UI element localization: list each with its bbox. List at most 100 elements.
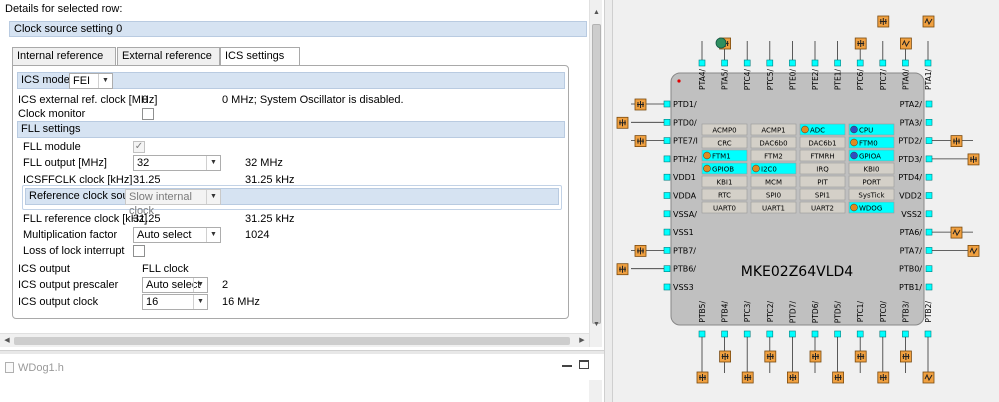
pin-ptc4[interactable]: [743, 59, 751, 67]
pin-ptc2[interactable]: [766, 330, 774, 338]
ics-output-value[interactable]: FLL clock: [142, 261, 189, 277]
wave-icon[interactable]: [950, 226, 963, 239]
wave-icon[interactable]: [967, 244, 980, 257]
fll-output-select[interactable]: 32 ▼: [133, 155, 221, 171]
pin-vss1[interactable]: [663, 228, 671, 236]
pin-ptb5[interactable]: [698, 330, 706, 338]
gear-icon[interactable]: [616, 263, 629, 276]
pin-pte2[interactable]: [811, 59, 819, 67]
gear-icon[interactable]: [854, 37, 867, 50]
fll-ref-clock-value[interactable]: 31.25: [133, 211, 161, 227]
ics-ext-clock-value[interactable]: 0: [142, 92, 148, 108]
minimize-icon[interactable]: [562, 365, 572, 367]
pin-ptb0[interactable]: [925, 265, 933, 273]
pin-pta0[interactable]: [902, 59, 909, 67]
clock-monitor-checkbox[interactable]: [142, 108, 154, 120]
gear-icon[interactable]: [634, 244, 647, 257]
gear-icon[interactable]: [899, 350, 912, 363]
panel-splitter[interactable]: [0, 350, 604, 354]
clock-source-group-header[interactable]: Clock source setting 0: [9, 21, 587, 37]
reference-clock-source-select[interactable]: Slow internal clock ▼: [125, 189, 221, 217]
gpio-state-icon[interactable]: [715, 37, 727, 49]
gear-icon[interactable]: [616, 116, 629, 129]
pin-ptb7[interactable]: [663, 247, 671, 254]
gear-icon[interactable]: [696, 371, 709, 384]
tab-external-reference-clock[interactable]: External reference clock: [117, 47, 220, 79]
ics-mode-select[interactable]: FEI ▼: [69, 73, 113, 89]
pin-ptc0[interactable]: [879, 330, 887, 338]
gear-icon[interactable]: [877, 15, 890, 28]
pin-pth2[interactable]: [663, 155, 671, 163]
fll-settings-header[interactable]: FLL settings: [17, 121, 565, 138]
tab-internal-reference-clock[interactable]: Internal reference clock: [12, 47, 116, 79]
wave-icon[interactable]: [922, 371, 935, 384]
wave-icon[interactable]: [899, 37, 912, 50]
pin-ptd1[interactable]: [663, 100, 671, 108]
pin-vdd1[interactable]: [663, 173, 671, 181]
gear-icon[interactable]: [786, 371, 799, 384]
tab-ics-settings[interactable]: ICS settings: [220, 47, 300, 67]
gear-icon[interactable]: [741, 371, 754, 384]
gear-icon[interactable]: [634, 98, 647, 111]
pin-ptb6[interactable]: [663, 265, 671, 273]
pin-ptd4[interactable]: [925, 173, 933, 181]
pin-ptd5[interactable]: [834, 330, 841, 338]
pin-ptd7[interactable]: [789, 330, 796, 338]
gear-icon[interactable]: [950, 135, 963, 148]
fll-module-checkbox[interactable]: ✓: [133, 141, 145, 153]
pin-ptc6[interactable]: [856, 59, 864, 67]
gear-icon[interactable]: [809, 350, 822, 363]
editor-scrollbar[interactable]: [589, 380, 602, 402]
pin-pte1[interactable]: [834, 59, 841, 67]
details-horizontal-scrollbar[interactable]: ◀ ▶: [0, 333, 589, 347]
scroll-down-icon[interactable]: ▼: [590, 318, 603, 331]
gear-icon[interactable]: [967, 153, 980, 166]
pin-ptc3[interactable]: [743, 330, 751, 338]
gear-icon[interactable]: [634, 135, 647, 148]
ics-prescaler-select[interactable]: Auto select ▼: [142, 277, 208, 293]
ics-output-clock-select[interactable]: 16 ▼: [142, 294, 208, 310]
pin-ptd3[interactable]: [925, 155, 933, 163]
scroll-up-icon[interactable]: ▲: [590, 6, 603, 19]
gear-icon[interactable]: [854, 350, 867, 363]
editor-tab-wdog1[interactable]: WDog1.h: [5, 362, 64, 374]
pin-pta2[interactable]: [925, 100, 933, 108]
loss-of-lock-checkbox[interactable]: [133, 245, 145, 257]
wave-icon[interactable]: [922, 15, 935, 28]
pin-ptb1[interactable]: [925, 283, 933, 291]
maximize-icon[interactable]: [579, 360, 589, 369]
pin-ptc5[interactable]: [766, 59, 774, 67]
pin-pta4[interactable]: [698, 59, 706, 67]
scroll-right-icon[interactable]: ▶: [575, 334, 589, 348]
pin-ptc7[interactable]: [879, 59, 887, 67]
pin-pta6[interactable]: [925, 228, 933, 236]
scrollbar-thumb[interactable]: [592, 24, 601, 324]
pin-pta7[interactable]: [925, 247, 933, 254]
pin-pta1[interactable]: [924, 59, 932, 67]
pin-vss2[interactable]: [925, 210, 933, 218]
pin-pta3[interactable]: [925, 119, 933, 126]
pin-vdd2[interactable]: [925, 192, 933, 199]
pin-pte7i[interactable]: [663, 137, 671, 144]
pin-vssa[interactable]: [663, 210, 671, 218]
pin-pta5[interactable]: [721, 59, 728, 67]
pin-vdda[interactable]: [663, 192, 671, 199]
pin-pte0[interactable]: [789, 59, 796, 67]
pin-ptb2[interactable]: [924, 330, 932, 338]
pin-ptd6[interactable]: [811, 330, 819, 338]
view-sash[interactable]: [604, 0, 613, 402]
scroll-left-icon[interactable]: ◀: [0, 334, 14, 348]
pin-ptd2[interactable]: [925, 137, 933, 144]
gear-icon[interactable]: [877, 371, 890, 384]
multiplication-factor-select[interactable]: Auto select ▼: [133, 227, 221, 243]
details-vertical-scrollbar[interactable]: ▲ ▼: [589, 0, 602, 347]
pin-ptc1[interactable]: [856, 330, 864, 338]
pin-vss3[interactable]: [663, 283, 671, 291]
pin-ptd0[interactable]: [663, 119, 671, 126]
gear-icon[interactable]: [832, 371, 845, 384]
pin-ptb3[interactable]: [902, 330, 909, 338]
pin-ptb4[interactable]: [721, 330, 728, 338]
gear-icon[interactable]: [764, 350, 777, 363]
gear-icon[interactable]: [719, 350, 731, 363]
scrollbar-thumb[interactable]: [14, 337, 570, 345]
